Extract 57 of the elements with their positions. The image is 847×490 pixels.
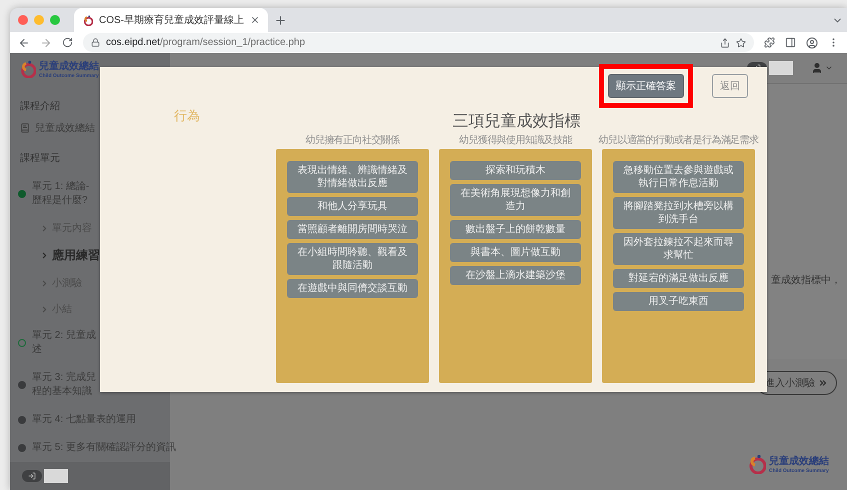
star-icon[interactable] (736, 38, 746, 48)
reload-icon[interactable] (62, 37, 73, 48)
category-label: 行為 (173, 107, 201, 125)
browser-tab[interactable]: COS-早期療育兒童成效評量線上 (74, 8, 268, 32)
chevron-right-icon (40, 278, 49, 288)
share-icon[interactable] (720, 38, 730, 48)
answer-card[interactable]: 急移動位置去參與遊戲或執行日常作息活動 (613, 161, 744, 193)
body-text: 童成效指標中， (771, 274, 841, 287)
redacted-block (769, 61, 793, 75)
answer-card[interactable]: 將腳踏凳拉到水槽旁以構到洗手台 (613, 197, 744, 229)
book-icon (20, 123, 30, 133)
double-chevron-icon (818, 378, 828, 388)
drop-zone[interactable]: 探索和玩積木 在美術角展現想像力和創造力 數出盤子上的餅乾數量 與書本、圖片做互動 在沙盤上滴水建築沙堡 (439, 149, 592, 383)
login-icon[interactable] (22, 470, 42, 482)
column-heading: 幼兒以適當的行動或者是行為滿足需求 (598, 135, 760, 148)
answer-card[interactable]: 探索和玩積木 (450, 161, 581, 180)
answer-card[interactable]: 數出盤子上的餅乾數量 (450, 220, 581, 239)
chevron-right-icon (40, 251, 49, 260)
answer-card[interactable]: 當照顧者離開房間時哭泣 (287, 220, 418, 239)
logo-name: 兒童成效總結 (39, 59, 99, 73)
logo-icon (18, 60, 36, 78)
drop-zone[interactable]: 急移動位置去參與遊戲或執行日常作息活動 將腳踏凳拉到水槽旁以構到洗手台 因外套拉鍊拉不起來而尋求幫忙 對延宕的滿足做出反應 用叉子吃東西 (602, 149, 755, 383)
answer-card[interactable]: 和他人分享玩具 (287, 197, 418, 216)
side-panel-icon[interactable] (785, 37, 796, 48)
logo-name: 兒童成效總結 (769, 454, 829, 468)
answer-card[interactable]: 表現出情緒、辨識情緒及對情緒做出反應 (287, 161, 418, 193)
section-label: 課程介紹 (20, 100, 60, 113)
address-bar[interactable]: cos.eipd.net/program/session_1/practice.php (83, 33, 754, 52)
profile-icon[interactable] (806, 36, 818, 49)
answer-card[interactable]: 對延宕的滿足做出反應 (613, 269, 744, 288)
answer-card[interactable]: 因外套拉鍊拉不起來而尋求幫忙 (613, 233, 744, 265)
tab-title: COS-早期療育兒童成效評量線上 (99, 14, 244, 28)
answer-card[interactable]: 在遊戲中與同儕交談互動 (287, 279, 418, 298)
section-label: 課程單元 (20, 152, 60, 165)
answer-card[interactable]: 用叉子吃東西 (613, 292, 744, 311)
answer-card[interactable]: 在小組時間聆聽、觀看及跟隨活動 (287, 243, 418, 275)
answer-card[interactable]: 在沙盤上滴水建築沙堡 (450, 266, 581, 285)
close-icon[interactable] (250, 15, 260, 26)
back-icon[interactable] (18, 36, 30, 49)
modal-button[interactable]: 返回 (712, 74, 748, 98)
chevron-right-icon (40, 304, 49, 314)
drop-zone[interactable]: 表現出情緒、辨識情緒及對情緒做出反應 和他人分享玩具 當照顧者離開房間時哭泣 在小組時間聆聽、觀看及跟隨活動 在遊戲中與同儕交談互動 (276, 149, 429, 383)
column-heading: 幼兒擁有正向社交關係 (304, 135, 401, 148)
answer-card[interactable]: 與書本、圖片做互動 (450, 243, 581, 262)
puzzle-icon[interactable] (764, 37, 775, 48)
user-menu-icon[interactable] (811, 62, 833, 74)
url-text: cos.eipd.net/program/session_1/practice.php (106, 37, 306, 48)
column-heading: 幼兒獲得與使用知識及技能 (458, 135, 574, 148)
answer-card[interactable]: 在美術角展現想像力和創造力 (450, 184, 581, 216)
redacted-block (44, 469, 68, 483)
modal-title: 三項兒童成效指標 (452, 112, 582, 132)
chevron-right-icon (40, 224, 49, 232)
logo-icon (82, 14, 93, 26)
lock-icon (91, 38, 100, 48)
modal-button[interactable]: 顯示正確答案 (608, 74, 684, 98)
sidebar-subitem[interactable]: 應用練習 (40, 247, 100, 264)
new-tab-icon[interactable] (274, 14, 287, 27)
